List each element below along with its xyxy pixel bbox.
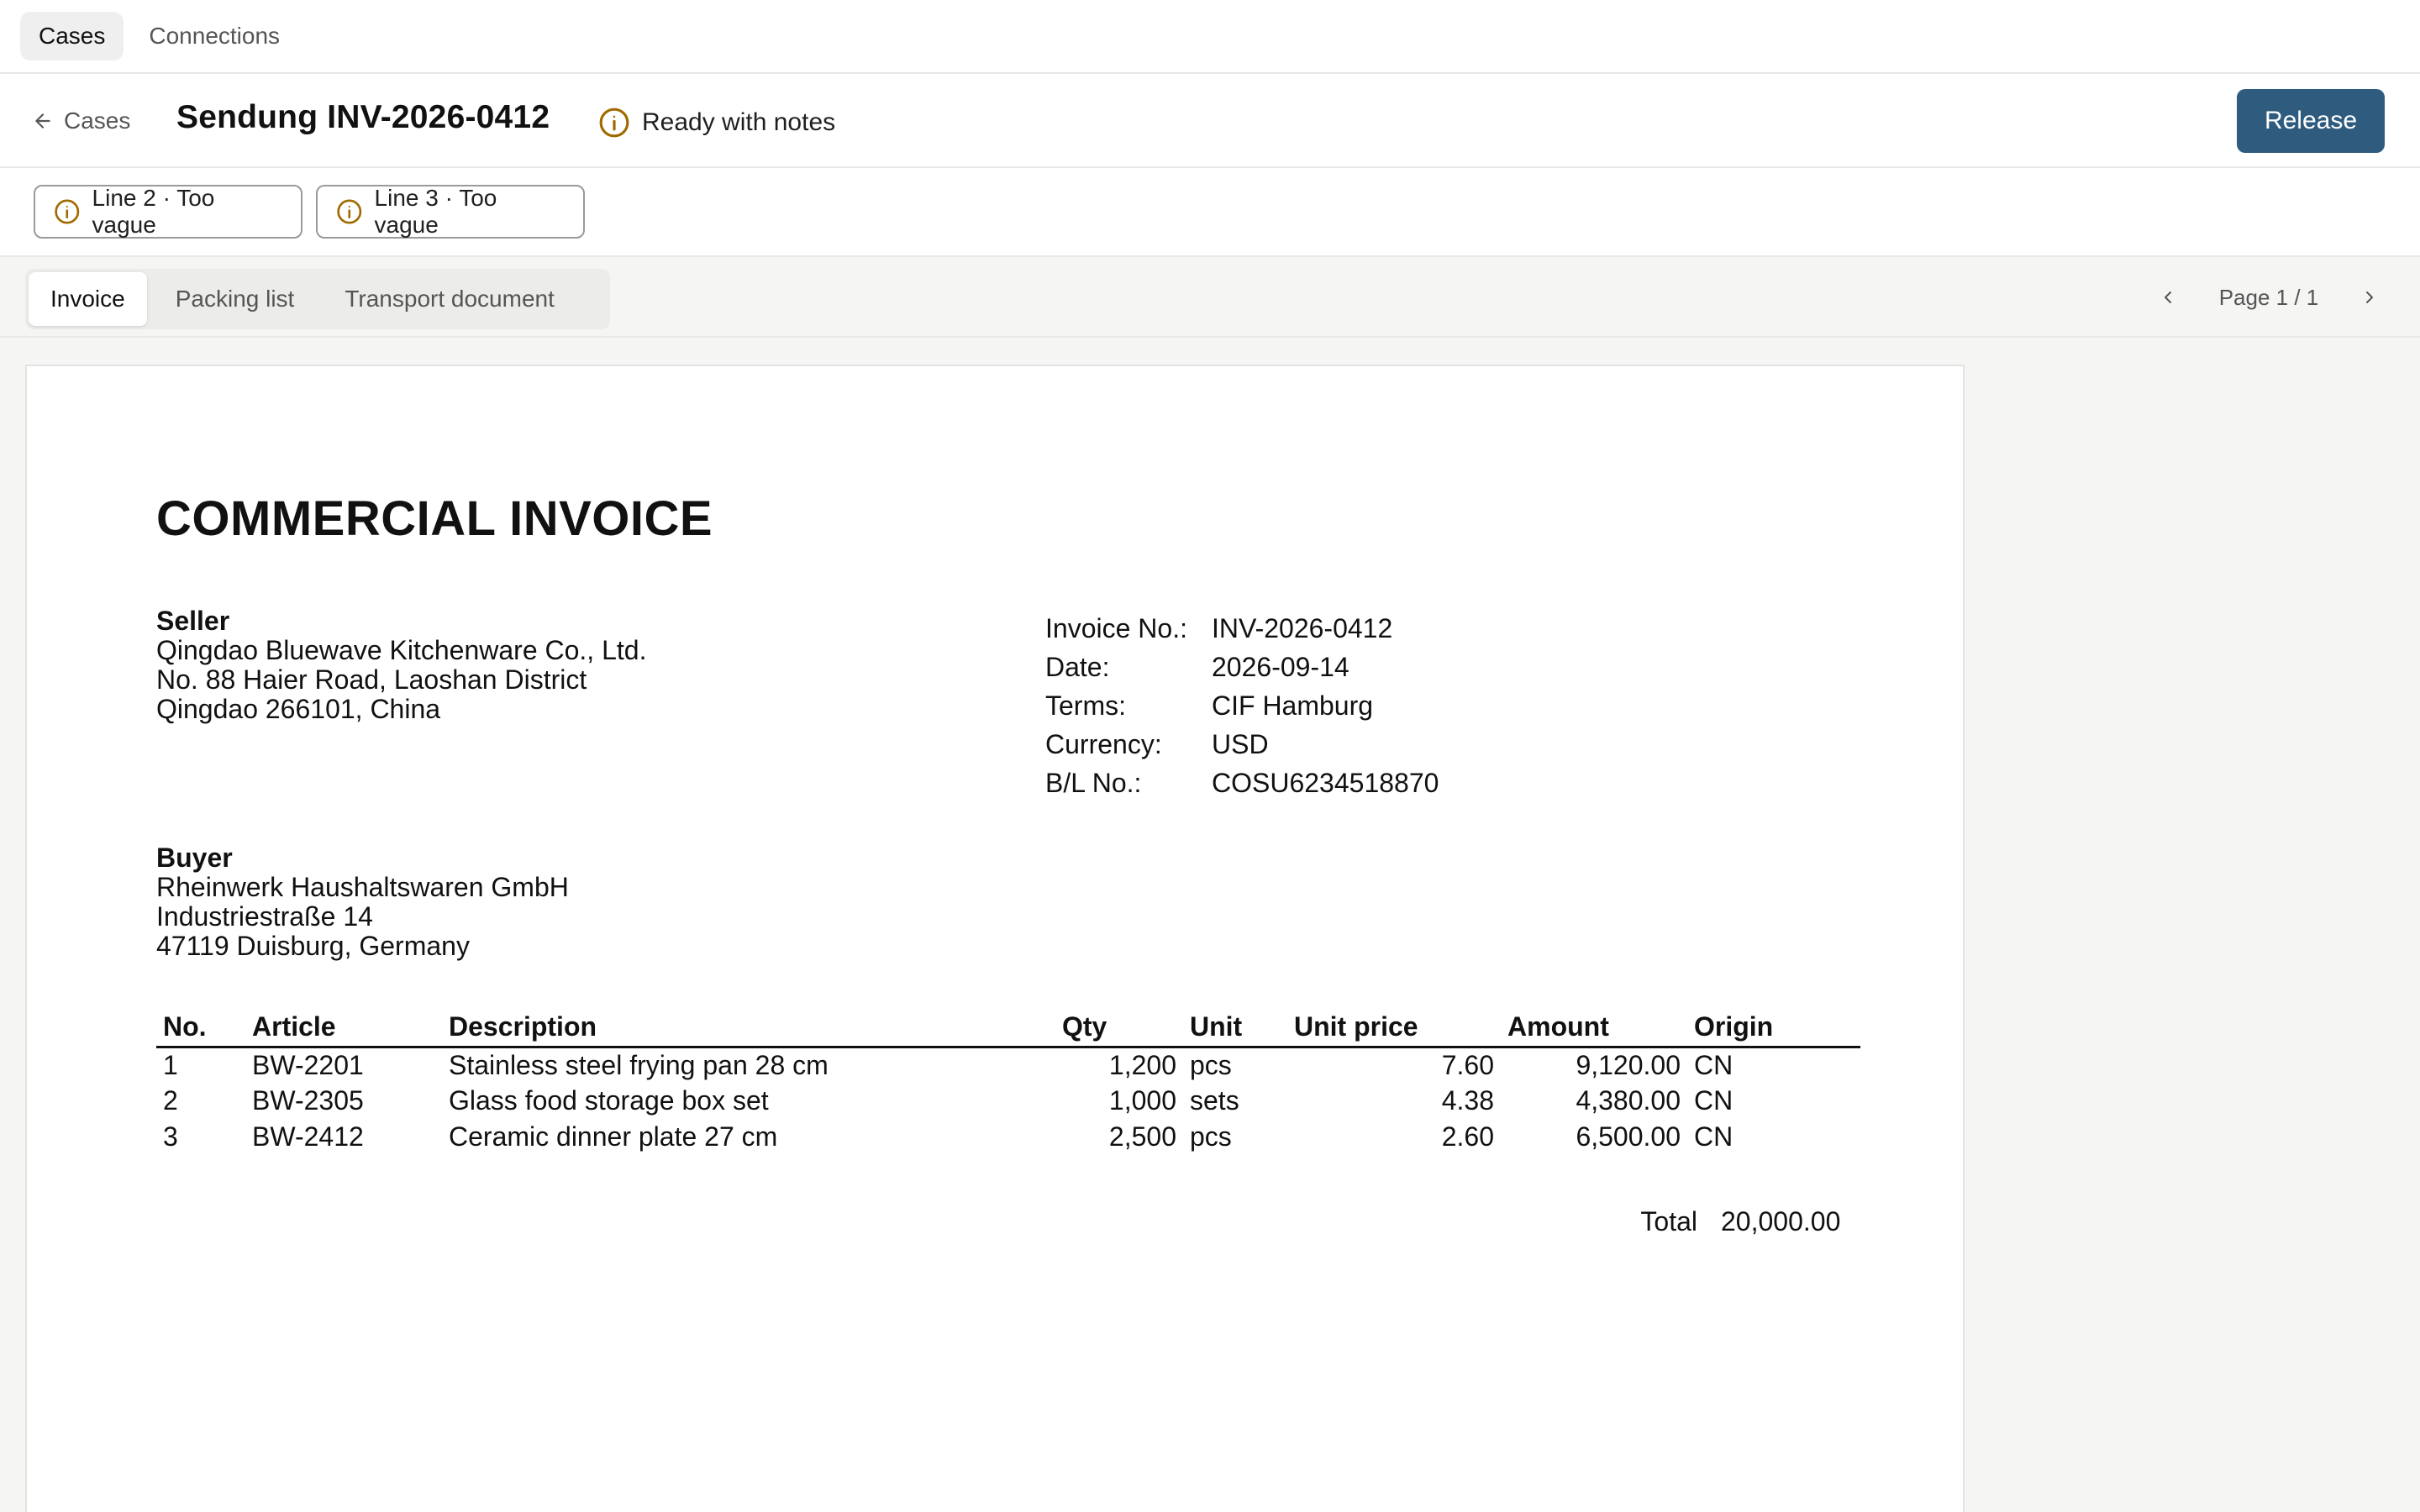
meta-value: 2026-09-14 — [1212, 652, 1349, 682]
cell-article: BW-2412 — [252, 1121, 364, 1152]
table-row: 3 BW-2412 Ceramic dinner plate 27 cm 2,5… — [156, 1119, 1860, 1155]
cell-origin: CN — [1694, 1121, 1733, 1152]
arrow-left-icon — [35, 113, 50, 129]
cell-qty: 1,000 — [1108, 1085, 1176, 1116]
cell-unit-price: 7.60 — [1441, 1049, 1494, 1080]
next-page-button[interactable] — [2353, 281, 2386, 314]
meta-row: Currency: USD — [1045, 729, 1439, 768]
back-link-label: Cases — [64, 108, 131, 134]
cell-qty: 1,200 — [1108, 1049, 1176, 1080]
tab-transport-document[interactable]: Transport document — [323, 272, 576, 326]
col-header-unit-price: Unit price — [1287, 1008, 1501, 1048]
total-value: 20,000.00 — [1721, 1206, 1841, 1236]
document-tabs: Invoice Packing list Transport document — [25, 269, 610, 329]
cell-amount: 9,120.00 — [1576, 1049, 1681, 1080]
info-circle-icon — [55, 199, 80, 224]
cell-unit-price: 4.38 — [1441, 1085, 1494, 1116]
table-header-row: No. Article Description Qty Unit Unit pr… — [156, 1008, 1860, 1048]
cell-article: BW-2305 — [252, 1085, 364, 1116]
col-header-amount: Amount — [1501, 1008, 1687, 1048]
buyer-line: Industriestraße 14 — [156, 901, 373, 932]
buyer-block: Buyer Rheinwerk Haushaltswaren GmbH Indu… — [156, 843, 569, 961]
document-page: COMMERCIAL INVOICE Seller Qingdao Bluewa… — [25, 365, 1965, 1512]
meta-key: Invoice No.: — [1045, 613, 1187, 643]
meta-key: Date: — [1045, 652, 1110, 682]
meta-row: B/L No.: COSU6234518870 — [1045, 768, 1439, 806]
seller-line: Qingdao 266101, China — [156, 694, 441, 724]
page-indicator: Page 1 / 1 — [2218, 284, 2319, 310]
col-header-no: No. — [156, 1008, 245, 1048]
table-row: 1 BW-2201 Stainless steel frying pan 28 … — [156, 1047, 1860, 1083]
chevron-right-icon — [2365, 291, 2373, 303]
nav-tab-cases[interactable]: Cases — [20, 12, 124, 60]
meta-row: Invoice No.: INV-2026-0412 — [1045, 613, 1439, 652]
cell-origin: CN — [1694, 1049, 1733, 1080]
page-pager: Page 1 / 1 — [2151, 277, 2386, 318]
meta-value: USD — [1212, 729, 1269, 759]
cell-no: 2 — [163, 1085, 178, 1116]
seller-label: Seller — [156, 606, 230, 636]
page-title: Sendung INV-2026-0412 — [176, 99, 550, 135]
col-header-article: Article — [245, 1008, 442, 1048]
cell-unit: pcs — [1190, 1121, 1232, 1152]
info-circle-icon — [337, 199, 362, 224]
col-header-origin: Origin — [1687, 1008, 1860, 1048]
buyer-line: Rheinwerk Haushaltswaren GmbH — [156, 872, 569, 902]
meta-value: COSU6234518870 — [1212, 768, 1439, 798]
cell-amount: 4,380.00 — [1576, 1085, 1681, 1116]
document-tabs-bar: Invoice Packing list Transport document … — [0, 257, 2420, 338]
nav-tab-connections[interactable]: Connections — [130, 12, 298, 60]
issue-chip-line-2[interactable]: Line 2 · Too vague — [34, 185, 302, 239]
cell-unit: pcs — [1190, 1049, 1232, 1080]
tab-packing-list[interactable]: Packing list — [154, 272, 317, 326]
cell-qty: 2,500 — [1108, 1121, 1176, 1152]
cell-description: Ceramic dinner plate 27 cm — [449, 1121, 778, 1152]
col-header-description: Description — [442, 1008, 1055, 1048]
invoice-document: COMMERCIAL INVOICE Seller Qingdao Bluewa… — [27, 366, 1963, 1512]
cell-amount: 6,500.00 — [1576, 1121, 1681, 1152]
buyer-label: Buyer — [156, 843, 233, 873]
document-viewer[interactable]: COMMERCIAL INVOICE Seller Qingdao Bluewa… — [0, 338, 2420, 1512]
table-row: 2 BW-2305 Glass food storage box set 1,0… — [156, 1083, 1860, 1119]
case-header: Cases Sendung INV-2026-0412 Ready with n… — [0, 74, 2420, 168]
seller-line: No. 88 Haier Road, Laoshan District — [156, 664, 587, 695]
cell-origin: CN — [1694, 1085, 1733, 1116]
invoice-meta: Invoice No.: INV-2026-0412 Date: 2026-09-1… — [1045, 613, 1439, 806]
invoice-title: COMMERCIAL INVOICE — [156, 491, 713, 546]
line-items-table: No. Article Description Qty Unit Unit pr… — [156, 1008, 1860, 1155]
release-button[interactable]: Release — [2237, 89, 2385, 153]
issues-bar: Line 2 · Too vague Line 3 · Too vague — [0, 168, 2420, 257]
col-header-unit: Unit — [1183, 1008, 1287, 1048]
prev-page-button[interactable] — [2151, 281, 2185, 314]
cell-unit: sets — [1190, 1085, 1239, 1116]
status-indicator: Ready with notes — [598, 104, 835, 141]
meta-value: CIF Hamburg — [1212, 690, 1374, 721]
buyer-line: 47119 Duisburg, Germany — [156, 931, 470, 961]
meta-row: Date: 2026-09-14 — [1045, 652, 1439, 690]
cell-article: BW-2201 — [252, 1049, 364, 1080]
meta-key: B/L No.: — [1045, 768, 1142, 798]
status-text: Ready with notes — [642, 108, 836, 136]
cell-description: Glass food storage box set — [449, 1085, 769, 1116]
cell-description: Stainless steel frying pan 28 cm — [449, 1049, 829, 1080]
issue-chip-line-3[interactable]: Line 3 · Too vague — [316, 185, 585, 239]
seller-line: Qingdao Bluewave Kitchenware Co., Ltd. — [156, 635, 647, 665]
seller-block: Seller Qingdao Bluewave Kitchenware Co.,… — [156, 606, 646, 724]
meta-key: Currency: — [1045, 729, 1162, 759]
col-header-qty: Qty — [1055, 1008, 1183, 1048]
total-label: Total — [1640, 1206, 1697, 1236]
cell-no: 3 — [163, 1121, 178, 1152]
meta-value: INV-2026-0412 — [1212, 613, 1393, 643]
cell-unit-price: 2.60 — [1441, 1121, 1494, 1152]
meta-row: Terms: CIF Hamburg — [1045, 690, 1439, 729]
issue-chip-label: Line 3 · Too vague — [374, 185, 497, 238]
back-link[interactable]: Cases — [32, 104, 130, 138]
chevron-left-icon — [2165, 291, 2171, 303]
issue-chip-label: Line 2 · Too vague — [92, 185, 215, 238]
cell-no: 1 — [163, 1049, 178, 1080]
info-circle-icon — [599, 108, 629, 138]
meta-key: Terms: — [1045, 690, 1126, 721]
tab-invoice[interactable]: Invoice — [29, 272, 147, 326]
top-nav: Cases Connections — [0, 0, 2420, 74]
